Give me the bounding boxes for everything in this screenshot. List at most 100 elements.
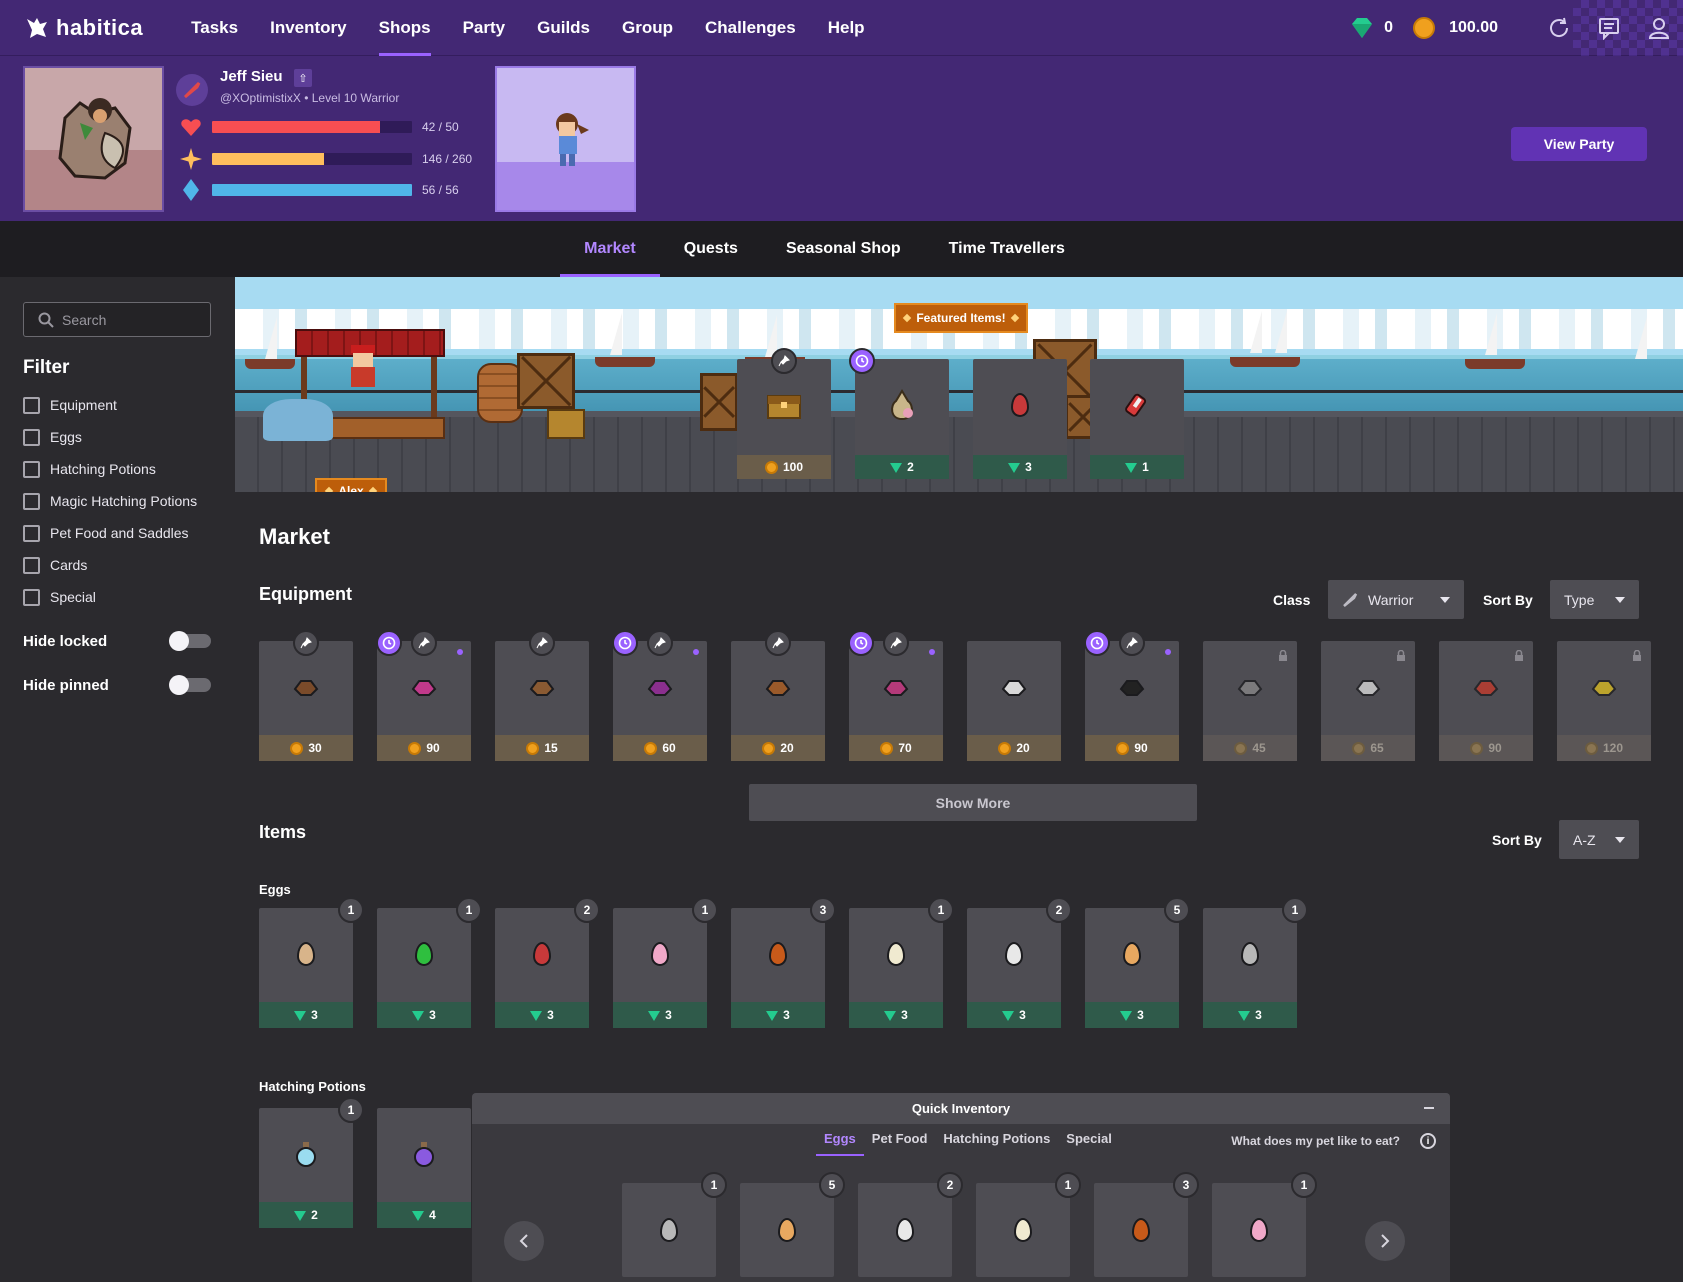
clock-icon — [848, 630, 874, 656]
party-member-avatar[interactable] — [495, 66, 636, 212]
chevron-right-icon — [1381, 1234, 1390, 1248]
equipment-item[interactable]: 45 — [1203, 641, 1297, 761]
nav-guilds[interactable]: Guilds — [521, 0, 606, 56]
qi-tab-hatching-potions[interactable]: Hatching Potions — [943, 1131, 1050, 1156]
checkbox[interactable] — [23, 588, 40, 606]
search-box[interactable] — [23, 302, 211, 337]
featured-item-chest[interactable]: 100 — [737, 348, 831, 479]
filter-pet-food-and-saddles[interactable]: Pet Food and Saddles — [23, 517, 212, 549]
egg-item[interactable]: 23 — [495, 897, 600, 1028]
qi-tab-special[interactable]: Special — [1066, 1131, 1112, 1156]
avatar[interactable] — [23, 66, 164, 212]
sort-by-dropdown[interactable]: Type — [1550, 580, 1639, 619]
scroll-right-button[interactable] — [1365, 1221, 1405, 1261]
checkbox[interactable] — [23, 396, 40, 414]
egg-item[interactable]: 13 — [259, 897, 364, 1028]
nav-group[interactable]: Group — [606, 0, 689, 56]
nav-shops[interactable]: Shops — [363, 0, 447, 56]
equipment-item[interactable]: 90 — [1439, 641, 1533, 761]
filter-hatching-potions[interactable]: Hatching Potions — [23, 453, 212, 485]
pin-icon[interactable] — [765, 630, 791, 656]
pin-icon[interactable] — [529, 630, 555, 656]
user-icon[interactable] — [1647, 16, 1671, 40]
hide-locked-toggle[interactable] — [169, 631, 211, 651]
nav-challenges[interactable]: Challenges — [689, 0, 812, 56]
quick-inventory-egg[interactable]: 5 — [740, 1172, 845, 1277]
tab-market[interactable]: Market — [560, 221, 660, 277]
lock-icon — [1278, 649, 1288, 667]
equipment-item[interactable]: 15 — [495, 630, 589, 761]
egg-item[interactable]: 13 — [1203, 897, 1308, 1028]
hide-pinned-toggle[interactable] — [169, 675, 211, 695]
equipment-item[interactable]: 30 — [259, 630, 353, 761]
egg-item[interactable]: 23 — [967, 897, 1072, 1028]
filter-equipment[interactable]: Equipment — [23, 389, 212, 421]
class-dropdown[interactable]: Warrior — [1328, 580, 1464, 619]
saddle-bag-icon — [891, 389, 913, 421]
equipment-item[interactable]: 70 — [848, 630, 943, 761]
pin-icon[interactable] — [411, 630, 437, 656]
view-party-button[interactable]: View Party — [1511, 127, 1647, 161]
equipment-item[interactable]: 65 — [1321, 641, 1415, 761]
filter-cards[interactable]: Cards — [23, 549, 212, 581]
potion-item[interactable]: 4 — [377, 1108, 471, 1228]
tab-quests[interactable]: Quests — [660, 221, 762, 277]
info-icon[interactable]: i — [1420, 1133, 1436, 1149]
tab-time-travellers[interactable]: Time Travellers — [925, 221, 1089, 277]
equipment-item[interactable]: 20 — [731, 630, 825, 761]
nav-inventory[interactable]: Inventory — [254, 0, 363, 56]
items-sort-dropdown[interactable]: A-Z — [1559, 820, 1639, 859]
nav-help[interactable]: Help — [812, 0, 881, 56]
equipment-item[interactable]: 90 — [376, 630, 471, 761]
quick-inventory-egg[interactable]: 1 — [622, 1172, 727, 1277]
quick-inventory-egg[interactable]: 1 — [976, 1172, 1081, 1277]
egg-item[interactable]: 13 — [377, 897, 482, 1028]
featured-item-meat[interactable]: 1 — [1090, 359, 1184, 479]
tab-seasonal-shop[interactable]: Seasonal Shop — [762, 221, 925, 277]
featured-item-saddle-bag[interactable]: 2 — [849, 348, 949, 479]
messages-icon[interactable] — [1597, 16, 1621, 40]
quick-inventory-header[interactable]: Quick Inventory — [472, 1093, 1450, 1124]
checkbox[interactable] — [23, 524, 40, 542]
pin-icon[interactable] — [883, 630, 909, 656]
equipment-item[interactable]: 60 — [612, 630, 707, 761]
equipment-item[interactable]: 90 — [1084, 630, 1179, 761]
checkbox[interactable] — [23, 460, 40, 478]
nav-party[interactable]: Party — [447, 0, 522, 56]
pin-icon[interactable] — [647, 630, 673, 656]
featured-items-text: Featured Items! — [916, 311, 1006, 325]
equipment-item[interactable]: 20 — [967, 641, 1061, 761]
quick-inventory-egg[interactable]: 2 — [858, 1172, 963, 1277]
featured-item-red-egg[interactable]: 3 — [973, 359, 1067, 479]
pin-icon[interactable] — [293, 630, 319, 656]
filter-special[interactable]: Special — [23, 581, 212, 613]
gem-icon — [884, 1011, 897, 1021]
nav-tasks[interactable]: Tasks — [175, 0, 254, 56]
minimize-icon[interactable] — [1424, 1107, 1434, 1109]
scroll-left-button[interactable] — [504, 1221, 544, 1261]
show-more-button[interactable]: Show More — [749, 784, 1197, 821]
egg-item[interactable]: 13 — [613, 897, 718, 1028]
equipment-item[interactable]: 120 — [1557, 641, 1651, 761]
habitica-logo[interactable]: habitica — [24, 15, 143, 41]
checkbox[interactable] — [23, 556, 40, 574]
qi-tab-pet-food[interactable]: Pet Food — [872, 1131, 928, 1156]
filter-magic-hatching-potions[interactable]: Magic Hatching Potions — [23, 485, 212, 517]
quick-inventory-egg[interactable]: 3 — [1094, 1172, 1199, 1277]
checkbox[interactable] — [23, 428, 40, 446]
sync-icon[interactable] — [1547, 16, 1571, 40]
pet-food-help-link[interactable]: What does my pet like to eat? — [1231, 1134, 1400, 1148]
search-input[interactable] — [62, 311, 202, 328]
checkbox[interactable] — [23, 492, 40, 510]
gem-icon[interactable] — [1350, 17, 1374, 39]
filter-label: Hatching Potions — [50, 461, 156, 477]
pin-icon[interactable] — [1119, 630, 1145, 656]
pin-icon[interactable] — [771, 348, 797, 374]
potion-item[interactable]: 12 — [259, 1097, 364, 1228]
egg-item[interactable]: 33 — [731, 897, 836, 1028]
egg-item[interactable]: 53 — [1085, 897, 1190, 1028]
egg-item[interactable]: 13 — [849, 897, 954, 1028]
qi-tab-eggs[interactable]: Eggs — [816, 1131, 864, 1156]
filter-eggs[interactable]: Eggs — [23, 421, 212, 453]
quick-inventory-egg[interactable]: 1 — [1212, 1172, 1317, 1277]
